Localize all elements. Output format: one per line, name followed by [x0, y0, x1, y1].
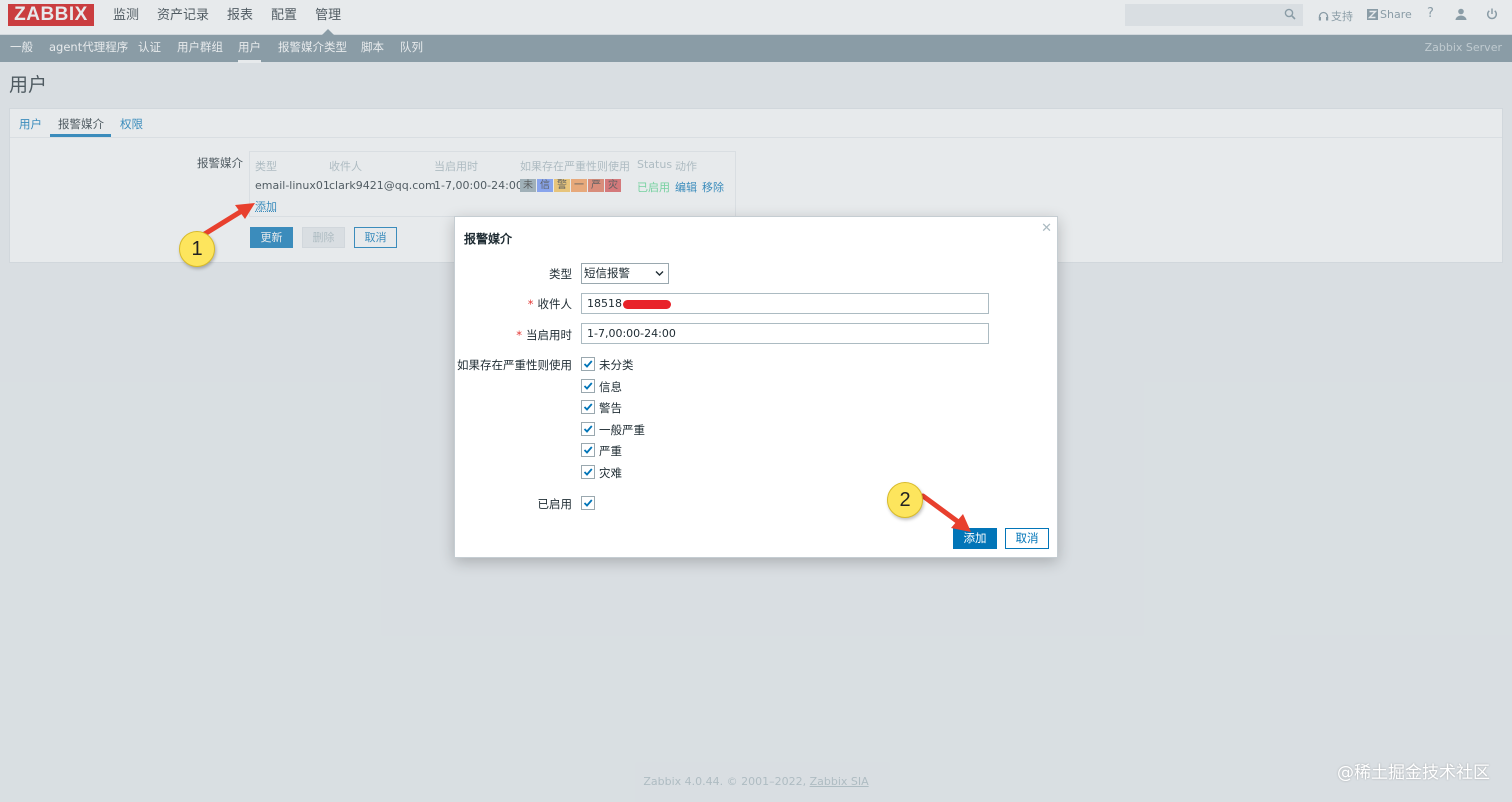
annotation-bubble-2: 2 — [887, 482, 923, 518]
recipient-value: 18518 — [587, 297, 622, 310]
close-icon[interactable]: ✕ — [1041, 221, 1052, 236]
type-select-value: 短信报警 — [584, 266, 630, 280]
dialog-cancel-button[interactable]: 取消 — [1005, 528, 1049, 549]
checkbox-enabled[interactable] — [581, 496, 595, 510]
checkbox-average[interactable] — [581, 422, 595, 436]
checkbox-not-classified[interactable] — [581, 357, 595, 371]
recipient-input[interactable]: 18518 — [581, 293, 989, 314]
watermark: @稀土掘金技术社区 — [1337, 763, 1490, 783]
recipient-label: * 收件人 — [527, 297, 572, 311]
label-warning: 警告 — [599, 401, 622, 415]
checkbox-high[interactable] — [581, 443, 595, 457]
when-active-input[interactable]: 1-7,00:00-24:00 — [581, 323, 989, 344]
checkbox-warning[interactable] — [581, 400, 595, 414]
redaction-mark — [623, 299, 671, 309]
annotation-bubble-1: 1 — [179, 231, 215, 267]
when-active-label: * 当启用时 — [516, 328, 572, 342]
label-information: 信息 — [599, 380, 622, 394]
enabled-label: 已启用 — [537, 497, 573, 511]
chevron-down-icon — [655, 271, 664, 276]
annotation-arrow-2 — [920, 493, 971, 532]
type-select[interactable]: 短信报警 — [581, 263, 669, 284]
when-active-value: 1-7,00:00-24:00 — [587, 327, 676, 340]
checkbox-information[interactable] — [581, 379, 595, 393]
type-label: 类型 — [549, 267, 572, 281]
label-high: 严重 — [599, 444, 622, 458]
dialog-title: 报警媒介 — [464, 232, 513, 246]
label-average: 一般严重 — [599, 423, 645, 437]
label-disaster: 灾难 — [599, 466, 622, 480]
severity-label: 如果存在严重性则使用 — [457, 358, 572, 372]
label-not-classified: 未分类 — [599, 358, 634, 372]
checkbox-disaster[interactable] — [581, 465, 595, 479]
